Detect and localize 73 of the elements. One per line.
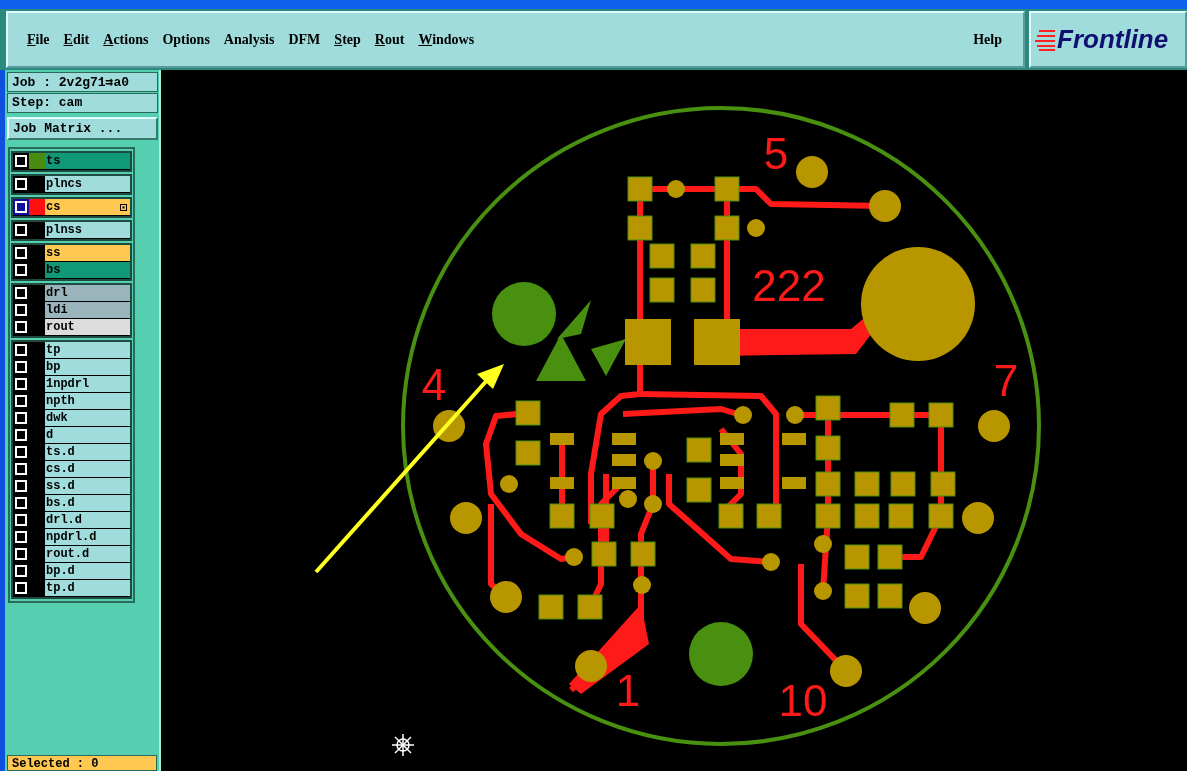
layer-name[interactable]: d [45,427,130,443]
layer-checkbox[interactable] [13,461,29,477]
logo: Frontline [1057,24,1169,55]
layer-name[interactable]: ss [45,245,130,261]
layer-checkbox[interactable] [13,376,29,392]
layer-name[interactable]: ts [45,153,130,169]
layer-checkbox[interactable] [13,359,29,375]
pad-number: 4 [421,360,447,409]
layer-checkbox[interactable] [13,176,29,192]
layer-name[interactable]: rout [45,319,130,335]
layer-name[interactable]: plnss [45,222,130,238]
layer-checkbox[interactable] [13,410,29,426]
layer-checkbox[interactable] [13,319,29,335]
speed-lines-icon [1035,28,1055,51]
crosshair-cursor-icon [391,733,415,757]
pad-number: 7 [993,356,1019,405]
pad-number: 5 [763,129,789,178]
menu-item[interactable]: File [20,31,57,48]
layer-name[interactable]: drl [45,285,130,301]
layer-name[interactable]: 1npdrl [45,376,130,392]
layer-checkbox[interactable] [13,427,29,443]
layer-name[interactable]: drl.d [45,512,130,528]
layer-checkbox[interactable] [13,262,29,278]
pcb-view[interactable]: 5 222 4 7 1 10 [161,70,1187,771]
layer-name[interactable]: bp.d [45,563,130,579]
menu-item[interactable]: DFM [281,31,328,48]
step-name: Step: cam [7,93,158,113]
layer-name[interactable]: bs.d [45,495,130,511]
help-menu[interactable]: Help [966,31,1009,48]
layer-name[interactable]: bp [45,359,130,375]
layer-checkbox[interactable] [13,563,29,579]
layer-checkbox[interactable] [13,546,29,562]
job-name: Job : 2v2g71⇉a0 [7,72,158,92]
layer-checkbox[interactable] [13,529,29,545]
job-matrix-button[interactable]: Job Matrix ... [7,117,158,140]
layer-checkbox[interactable] [13,512,29,528]
layer-name[interactable]: bs [45,262,130,278]
menu-item[interactable]: Rout [367,31,412,48]
pad-number: 222 [752,261,826,310]
layer-checkbox[interactable] [13,478,29,494]
menu-item[interactable]: Step [327,31,368,48]
layer-checkbox[interactable] [13,580,29,596]
layer-checkbox[interactable] [13,153,29,169]
layer-name[interactable]: ss.d [45,478,130,494]
layer-name[interactable]: tp [45,342,130,358]
menu-item[interactable]: Windows [411,31,482,48]
layer-name[interactable]: npth [45,393,130,409]
pad-number: 1 [615,666,641,715]
menu-item[interactable]: Options [155,31,217,48]
menu-item[interactable]: Edit [56,31,97,48]
layer-checkbox[interactable] [13,342,29,358]
selection-status: Selected : 0 [7,755,157,771]
layer-checkbox[interactable] [13,199,29,215]
expand-icon [120,203,127,211]
layer-checkbox[interactable] [13,393,29,409]
layer-name[interactable]: tp.d [45,580,130,596]
layer-name[interactable]: rout.d [45,546,130,562]
layer-name[interactable]: cs [45,199,130,215]
layer-name[interactable]: cs.d [45,461,130,477]
layer-name[interactable]: ldi [45,302,130,318]
menu-item[interactable]: Actions [96,31,156,48]
layer-checkbox[interactable] [13,222,29,238]
layer-name[interactable]: npdrl.d [45,529,130,545]
layer-checkbox[interactable] [13,495,29,511]
layer-checkbox[interactable] [13,444,29,460]
layer-name[interactable]: plncs [45,176,130,192]
pad-number: 10 [778,676,828,725]
layer-name[interactable]: dwk [45,410,130,426]
menu-item[interactable]: Analysis [216,31,282,48]
layer-name[interactable]: ts.d [45,444,130,460]
layer-checkbox[interactable] [13,285,29,301]
layer-checkbox[interactable] [13,245,29,261]
layer-checkbox[interactable] [13,302,29,318]
